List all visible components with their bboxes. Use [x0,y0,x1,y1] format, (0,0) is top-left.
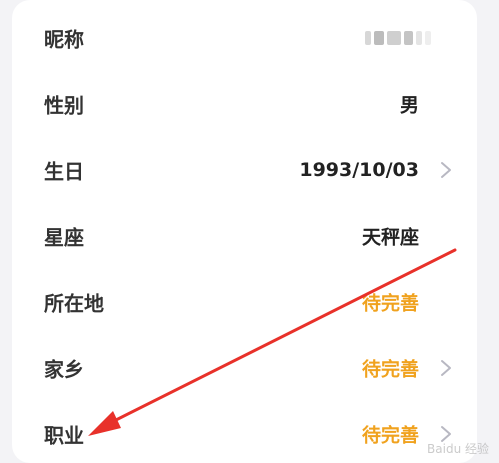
row-hometown-value: 待完善 [361,358,419,381]
row-gender[interactable]: 性别 男 [12,71,477,137]
row-gender-label: 性别 [44,93,84,118]
row-hometown[interactable]: 家乡 待完善 [12,335,477,401]
row-occupation-label: 职业 [44,423,84,448]
row-gender-value: 男 [399,94,419,117]
row-location[interactable]: 所在地 待完善 [12,269,477,335]
row-constellation[interactable]: 星座 天秤座 [12,203,477,269]
row-constellation-value: 天秤座 [361,226,419,249]
profile-card: 昵称 性别 男 生日 1993/10/03 星座 天秤座 所在地 待完善 家乡 … [12,0,477,463]
row-birthday[interactable]: 生日 1993/10/03 [12,137,477,203]
row-occupation-value: 待完善 [361,424,419,447]
row-birthday-label: 生日 [44,159,84,184]
row-occupation[interactable]: 职业 待完善 [12,401,477,463]
row-nickname[interactable]: 昵称 [12,5,477,71]
row-hometown-label: 家乡 [44,357,84,382]
row-nickname-label: 昵称 [44,27,84,52]
watermark: Baidu 经验 [427,442,489,456]
chevron-right-icon [441,360,451,376]
row-location-value: 待完善 [361,292,419,315]
chevron-right-icon [441,162,451,178]
masked-nickname-value [365,30,439,46]
row-location-label: 所在地 [44,291,104,316]
row-constellation-label: 星座 [44,225,84,250]
row-birthday-value: 1993/10/03 [299,159,419,181]
